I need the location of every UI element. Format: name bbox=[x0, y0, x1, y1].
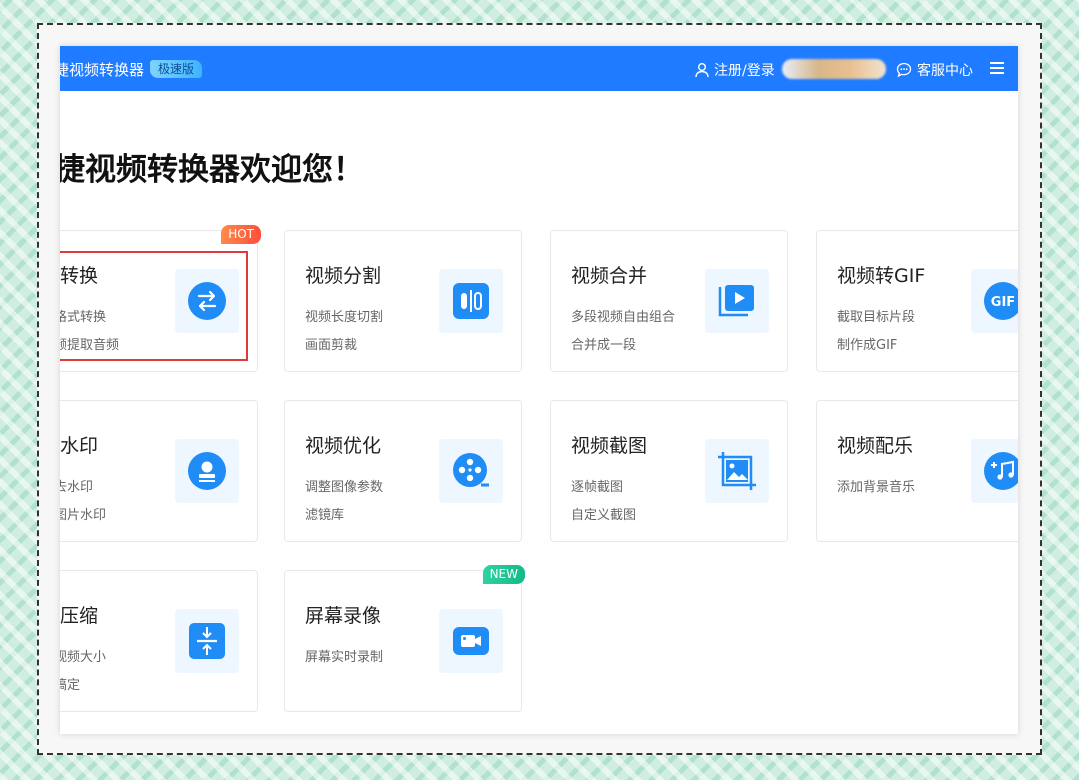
card-video-to-gif[interactable]: 视频转GIF 截取目标片段 制作成GIF GIF bbox=[816, 230, 1018, 372]
hot-badge: HOT bbox=[221, 225, 261, 244]
card-desc: 逐帧截图 bbox=[571, 480, 624, 495]
card-title: 视频优化 bbox=[305, 435, 382, 457]
card-desc: 滤镜库 bbox=[305, 508, 345, 523]
gif-icon: GIF bbox=[971, 269, 1018, 333]
app-window: 捷视频转换器 极速版 注册/登录 客服中心 捷视频转换器欢迎您！ HOT 频转换… bbox=[60, 46, 1018, 734]
split-icon bbox=[439, 269, 503, 333]
compress-icon bbox=[175, 609, 239, 673]
card-title: 视频合并 bbox=[571, 265, 648, 287]
merge-icon bbox=[705, 269, 769, 333]
card-desc: 合并成一段 bbox=[571, 338, 637, 353]
film-reel-icon bbox=[439, 439, 503, 503]
redacted-user-info bbox=[782, 59, 886, 79]
user-icon bbox=[695, 63, 709, 78]
login-label: 注册/登录 bbox=[714, 63, 775, 79]
card-video-optimize[interactable]: 视频优化 调整图像参数 滤镜库 bbox=[284, 400, 522, 542]
top-bar: 捷视频转换器 极速版 注册/登录 客服中心 bbox=[60, 46, 1018, 91]
card-desc: 截取目标片段 bbox=[837, 310, 916, 325]
card-desc: 频格式转换 bbox=[60, 310, 107, 325]
music-icon bbox=[971, 439, 1018, 503]
card-desc: 屏幕实时录制 bbox=[305, 650, 384, 665]
support-label: 客服中心 bbox=[917, 63, 973, 79]
card-title: 视频配乐 bbox=[837, 435, 914, 457]
card-title: 视频分割 bbox=[305, 265, 382, 287]
card-video-music[interactable]: 视频配乐 添加背景音乐 bbox=[816, 400, 1018, 542]
svg-text:GIF: GIF bbox=[991, 295, 1015, 310]
card-video-compress[interactable]: 频压缩 缩视频大小 键搞定 bbox=[60, 570, 258, 712]
card-video-convert[interactable]: HOT 频转换 频格式转换 视频提取音频 bbox=[60, 225, 261, 372]
card-desc: 画面剪裁 bbox=[305, 338, 358, 353]
card-desc: 键搞定 bbox=[60, 678, 81, 693]
new-badge: NEW bbox=[482, 565, 525, 584]
welcome-heading: 捷视频转换器欢迎您！ bbox=[60, 152, 364, 188]
card-video-merge[interactable]: 视频合并 多段视频自由组合 合并成一段 bbox=[550, 230, 788, 372]
card-title: 频水印 bbox=[60, 435, 99, 457]
card-title: 频压缩 bbox=[60, 605, 99, 627]
card-desc: 多段视频自由组合 bbox=[571, 310, 676, 325]
card-desc: 缩视频大小 bbox=[60, 650, 107, 665]
chat-bubble-icon bbox=[896, 62, 912, 78]
card-desc: 制作成GIF bbox=[837, 338, 898, 353]
card-title: 视频截图 bbox=[571, 435, 648, 457]
card-title: 屏幕录像 bbox=[305, 605, 382, 627]
edition-badge: 极速版 bbox=[150, 60, 203, 78]
app-title: 捷视频转换器 bbox=[60, 61, 145, 79]
card-video-screenshot[interactable]: 视频截图 逐帧截图 自定义截图 bbox=[550, 400, 788, 542]
card-title: 频转换 bbox=[60, 265, 99, 287]
card-video-split[interactable]: 视频分割 视频长度切割 画面剪裁 bbox=[284, 230, 522, 372]
login-button[interactable]: 注册/登录 bbox=[694, 60, 775, 80]
customer-service-button[interactable]: 客服中心 bbox=[896, 60, 973, 80]
card-video-watermark[interactable]: 频水印 频去水印 加图片水印 bbox=[60, 400, 258, 542]
card-desc: 调整图像参数 bbox=[305, 480, 384, 495]
screen-record-icon bbox=[439, 609, 503, 673]
card-desc: 视频提取音频 bbox=[60, 338, 120, 353]
menu-icon[interactable] bbox=[990, 62, 1004, 74]
card-desc: 频去水印 bbox=[60, 480, 94, 495]
card-desc: 视频长度切割 bbox=[305, 310, 384, 325]
watermark-icon bbox=[175, 439, 239, 503]
screenshot-icon bbox=[705, 439, 769, 503]
card-desc: 自定义截图 bbox=[571, 508, 637, 523]
card-title: 视频转GIF bbox=[837, 265, 926, 287]
card-screen-record[interactable]: NEW 屏幕录像 屏幕实时录制 bbox=[284, 565, 525, 712]
card-desc: 添加背景音乐 bbox=[837, 480, 916, 495]
convert-icon bbox=[175, 269, 239, 333]
card-desc: 加图片水印 bbox=[60, 508, 107, 523]
